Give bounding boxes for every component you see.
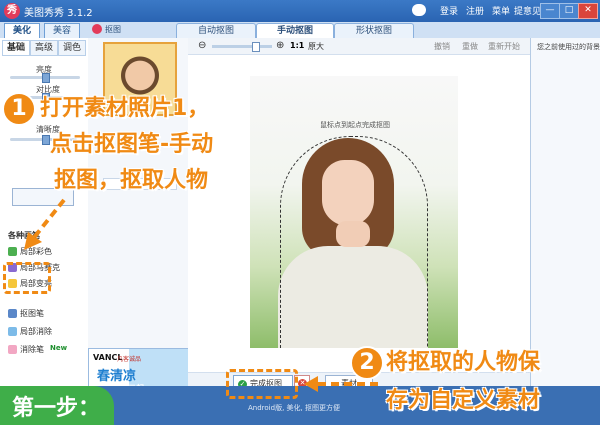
brush-label: 消除笔 xyxy=(20,345,44,354)
step-label: 第一步： xyxy=(12,396,101,421)
cutout-logo-icon xyxy=(92,24,102,34)
app-logo-icon: 秀 xyxy=(4,3,20,19)
photo-canvas[interactable] xyxy=(250,76,458,348)
cutout-selection-path xyxy=(280,136,428,348)
eraser-icon xyxy=(8,345,17,354)
zoom-knob[interactable] xyxy=(252,42,260,52)
arrow-line xyxy=(30,198,66,242)
instruction-line-4: 将抠取的人物保 xyxy=(386,350,541,375)
cat-icon xyxy=(412,4,426,16)
arrow-head xyxy=(304,376,318,392)
instruction-line-2: 点击抠图笔-手动 xyxy=(50,132,214,157)
cutout-pen-icon xyxy=(8,309,17,318)
instruction-line-5: 存为自定义素材 xyxy=(386,388,541,413)
ad-headline: 春清凉 xyxy=(97,369,137,384)
instruction-line-1: 打开素材照片1， xyxy=(40,96,210,121)
step-number-1: 1 xyxy=(2,92,36,126)
tab-shape-cutout[interactable]: 形状抠图 xyxy=(334,23,414,39)
arrow-head xyxy=(24,232,42,250)
recent-backgrounds-title: 您之前使用过的背景 xyxy=(537,43,600,51)
slider-knob[interactable] xyxy=(42,135,50,145)
brush-label: 局部消除 xyxy=(20,327,52,336)
redo-button[interactable]: 重做 xyxy=(462,41,478,52)
reset-button[interactable]: 重新开始 xyxy=(488,41,520,52)
minimize-button[interactable]: — xyxy=(540,3,560,19)
right-panel: 您之前使用过的背景 xyxy=(530,38,600,386)
tab-auto-cutout[interactable]: 自动抠图 xyxy=(176,23,256,39)
tab-row: 美化 美容 抠图 自动抠图 手动抠图 形状抠图 xyxy=(0,22,600,39)
maximize-button[interactable]: □ xyxy=(559,3,579,19)
instruction-line-3: 抠图，抠取人物 xyxy=(54,168,209,193)
feedback-link[interactable]: 提意见 xyxy=(514,4,541,17)
tab-beautify[interactable]: 美化 xyxy=(4,23,41,39)
menu-link[interactable]: 菜单 xyxy=(492,4,510,17)
original-size-button[interactable]: 原大 xyxy=(308,41,324,52)
tab-manual-cutout[interactable]: 手动抠图 xyxy=(256,23,334,39)
brush-eraser[interactable]: 消除笔 xyxy=(8,344,44,358)
brush-local-erase[interactable]: 局部消除 xyxy=(8,326,52,340)
arrow-to-finish-button xyxy=(304,376,378,392)
canvas-hint: 鼠标点到起点完成抠图 xyxy=(320,121,390,129)
tab-cosmetic[interactable]: 美容 xyxy=(44,23,81,39)
zoom-level[interactable]: 1:1 xyxy=(290,41,304,50)
undo-button[interactable]: 撤销 xyxy=(434,41,450,52)
canvas-area: ⊖ ⊕ 1:1 原大 撤销 重做 重新开始 鼠标点到起点完成抠图 xyxy=(188,38,530,387)
highlight-finish-button xyxy=(226,369,298,399)
brush-cutout-pen[interactable]: 抠图笔 xyxy=(8,308,44,322)
erase-brush-icon xyxy=(8,327,17,336)
slider-knob[interactable] xyxy=(42,73,50,83)
status-text: Android版, 美化, 抠图更方便 xyxy=(248,404,340,412)
brightness-slider[interactable] xyxy=(10,73,80,83)
zoom-in-icon[interactable]: ⊕ xyxy=(276,40,284,51)
register-link[interactable]: 注册 xyxy=(466,4,484,17)
close-button[interactable]: ✕ xyxy=(578,3,598,19)
login-link[interactable]: 登录 xyxy=(440,4,458,17)
zoom-slider[interactable] xyxy=(212,42,272,52)
step-banner: 第一步： xyxy=(0,386,114,425)
title-bar: 秀 美图秀秀 3.1.2 登录 注册 菜单 提意见 — □ ✕ xyxy=(0,0,600,22)
color-brush-icon xyxy=(8,247,17,256)
app-title: 美图秀秀 3.1.2 xyxy=(24,8,93,19)
tab-advanced[interactable]: 高级 xyxy=(30,40,58,56)
new-badge: New xyxy=(50,344,68,352)
ad-subtitle: 凡客诚品 xyxy=(117,356,142,363)
tab-cutout-small[interactable]: 抠图 xyxy=(105,24,121,35)
zoom-out-icon[interactable]: ⊖ xyxy=(198,40,206,51)
canvas-toolbar: ⊖ ⊕ 1:1 原大 撤销 重做 重新开始 xyxy=(188,38,530,55)
tab-basic[interactable]: 基础 xyxy=(2,40,30,56)
arrow-to-cutout-pen xyxy=(24,198,66,250)
brush-label: 抠图笔 xyxy=(20,309,44,318)
tab-color[interactable]: 调色 xyxy=(58,40,86,56)
highlight-cutout-pen xyxy=(3,262,51,294)
